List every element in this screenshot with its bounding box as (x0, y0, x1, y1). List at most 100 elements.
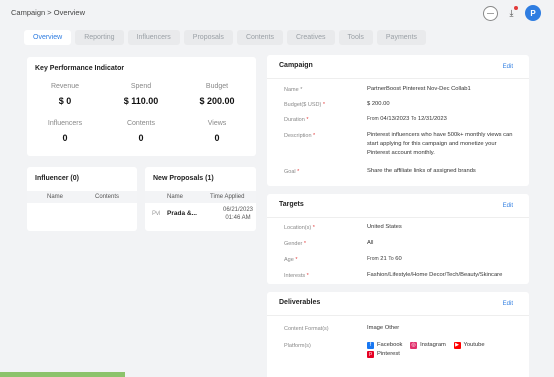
platform-name: Instagram (420, 342, 446, 348)
name-value: PartnerBoost Pinterest Nov-Dec Collab1 (367, 86, 471, 92)
tab-tools[interactable]: Tools (338, 30, 373, 45)
required-mark: * (306, 273, 309, 279)
tab-overview[interactable]: Overview (24, 30, 72, 45)
divider (267, 217, 529, 218)
age-min: 21 (380, 256, 387, 262)
kpi-value: $ 200.00 (199, 96, 235, 106)
kpi-value: 0 (138, 133, 144, 143)
avatar[interactable]: P (525, 5, 541, 21)
duration-from-label: From (367, 116, 379, 122)
deliverables-card: Deliverables Edit Content Format(s) Imag… (267, 292, 529, 377)
tab-reporting[interactable]: Reporting (75, 30, 124, 45)
kpi-contents: Contents 0 (103, 120, 179, 143)
tab-bar: Overview Reporting Influencers Proposals… (24, 30, 427, 45)
age-value: From 21 To 60 (367, 255, 517, 264)
required-mark: * (312, 225, 315, 231)
duration-label-text: Duration (284, 117, 305, 123)
influencer-card: Influencer (0) Name Contents (27, 167, 137, 231)
tab-influencers[interactable]: Influencers (127, 30, 180, 45)
influencer-title: Influencer (0) (35, 175, 79, 182)
duration-label: Duration * (284, 117, 308, 123)
proposals-table-header: Name Time Applied (145, 191, 256, 203)
goal-label: Goal * (284, 169, 299, 175)
tab-proposals[interactable]: Proposals (183, 30, 233, 45)
kpi-value: $ 110.00 (123, 96, 159, 106)
budget-label: Budget($ USD) * (284, 102, 325, 108)
format-label: Content Format(s) (284, 326, 329, 332)
pinterest-icon: p (367, 351, 374, 358)
influencer-table-header: Name Contents (27, 191, 137, 203)
notification-dot (514, 5, 518, 10)
campaign-title: Campaign (279, 62, 313, 69)
gender-label-text: Gender (284, 241, 303, 247)
targets-card: Targets Edit Location(s) * United States… (267, 194, 529, 284)
campaign-edit-link[interactable]: Edit (503, 64, 513, 70)
kpi-value: $ 0 (58, 96, 72, 106)
description-label-text: Description (284, 133, 312, 139)
age-max: 60 (395, 256, 402, 262)
interests-value: Fashion/Lifestyle/Home Decor/Tech/Beauty… (367, 272, 503, 278)
kpi-revenue: Revenue $ 0 (27, 83, 103, 106)
age-label-text: Age (284, 257, 294, 263)
description-label: Description * (284, 133, 315, 139)
proposal-clock: 01:46 AM (225, 215, 251, 221)
gender-label: Gender * (284, 241, 306, 247)
kpi-label: Spend (130, 83, 152, 90)
proposal-name[interactable]: Prada &... (167, 210, 197, 217)
column-name: Name (167, 194, 184, 200)
column-time-applied: Time Applied (210, 194, 245, 200)
age-label: Age * (284, 257, 297, 263)
breadcrumb-current: Overview (53, 8, 86, 17)
duration-start: 04/13/2023 (380, 116, 410, 122)
platform-name: Pinterest (377, 351, 400, 357)
instagram-icon: ◎ (410, 342, 418, 349)
deliverables-title: Deliverables (279, 299, 321, 306)
platform-chip: ▶ Youtube (453, 341, 485, 350)
deliverables-edit-link[interactable]: Edit (503, 301, 513, 307)
tab-payments[interactable]: Payments (376, 30, 427, 45)
divider (267, 78, 529, 79)
progress-bar (0, 372, 125, 377)
duration-end: 12/31/2023 (417, 116, 447, 122)
platform-label: Platform(s) (284, 343, 311, 349)
kpi-label: Views (207, 120, 227, 127)
tab-contents[interactable]: Contents (236, 30, 283, 45)
kpi-budget: Budget $ 200.00 (179, 83, 255, 106)
platform-list: f Facebook ◎ Instagram ▶ Youtube p Pinte… (367, 341, 527, 359)
budget-value: $ 200.00 (367, 101, 390, 107)
targets-edit-link[interactable]: Edit (503, 203, 513, 209)
description-value: Pinterest influencers who have 500k+ mon… (367, 132, 513, 156)
top-bar: Campaign > Overview — ⤓ P (0, 0, 554, 26)
format-value: Image Other (367, 325, 400, 331)
proposal-avatar-icon: Pvl (152, 211, 161, 217)
name-label: Name * (284, 87, 303, 93)
budget-label-text: Budget($ USD) (284, 102, 322, 108)
proposals-title: New Proposals (1) (153, 175, 214, 182)
facebook-icon: f (367, 342, 374, 349)
location-label: Location(s) * (284, 225, 315, 231)
platform-chip: p Pinterest (367, 350, 400, 359)
breadcrumb-parent[interactable]: Campaign (11, 8, 45, 17)
required-mark: * (303, 241, 307, 247)
header-actions: — ⤓ P (483, 5, 541, 21)
breadcrumb: Campaign > Overview (11, 8, 85, 17)
platform-chip: ◎ Instagram (410, 341, 446, 350)
gender-value: All (367, 240, 374, 246)
minus-circle-icon[interactable]: — (483, 5, 498, 21)
kpi-label: Revenue (50, 83, 80, 90)
proposal-time: 06/21/2023 01:46 AM (221, 206, 255, 222)
age-from-label: From (367, 256, 379, 262)
download-icon[interactable]: ⤓ (504, 5, 519, 21)
kpi-label: Influencers (47, 120, 83, 127)
goal-label-text: Goal (284, 169, 296, 175)
tab-creatives[interactable]: Creatives (286, 30, 335, 45)
required-mark: * (295, 257, 298, 263)
breadcrumb-separator: > (47, 8, 52, 17)
location-label-text: Location(s) (284, 225, 312, 231)
kpi-label: Budget (205, 83, 229, 90)
platform-name: Facebook (377, 342, 403, 348)
proposal-date: 06/21/2023 (222, 207, 254, 213)
age-to-label: To (388, 256, 394, 262)
required-mark: * (313, 133, 316, 139)
interests-label-text: Interests (284, 273, 306, 279)
